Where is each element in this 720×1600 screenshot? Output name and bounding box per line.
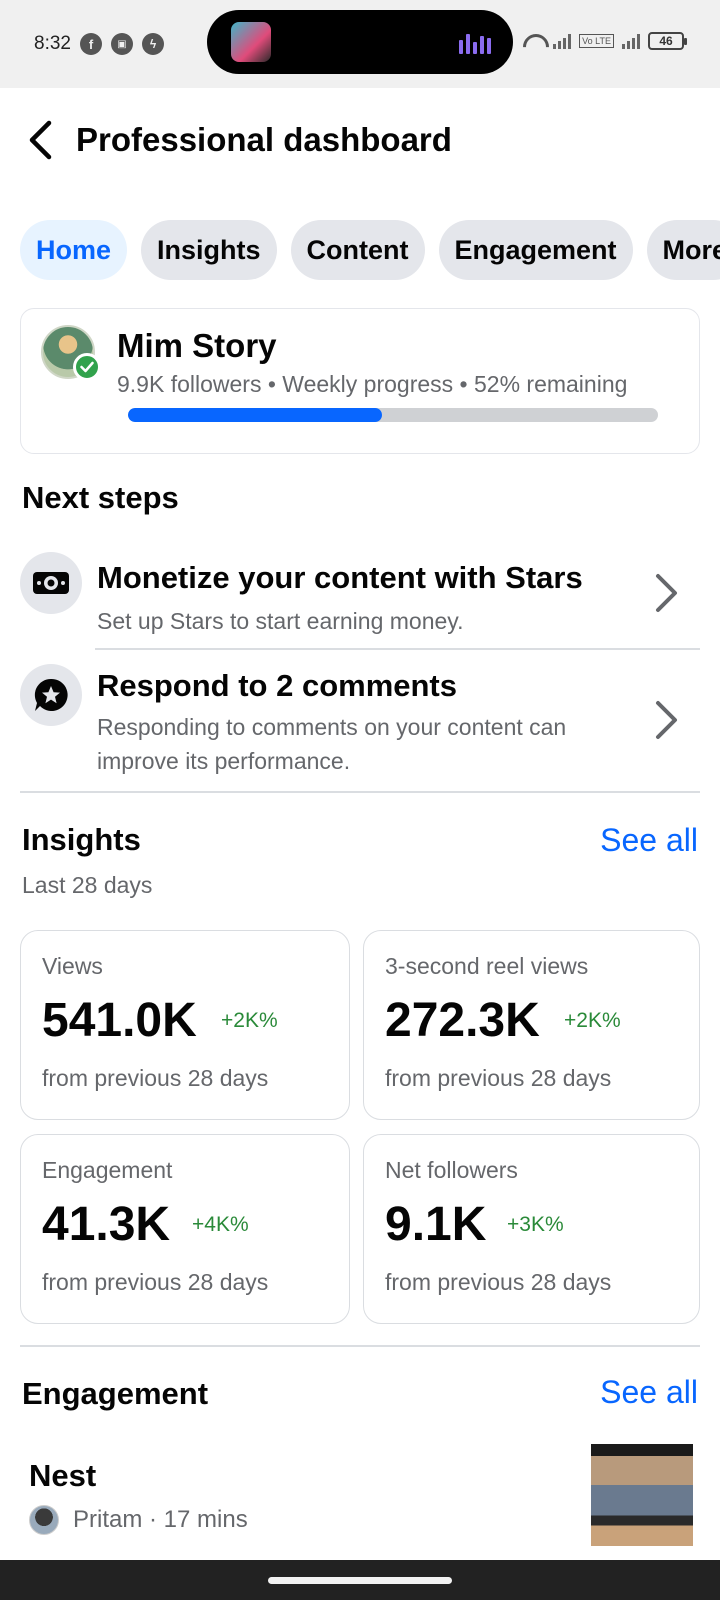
tab-insights[interactable]: Insights <box>141 220 277 280</box>
weekly-progress-fill <box>128 408 383 422</box>
tab-more[interactable]: More <box>646 220 720 280</box>
insights-period: Last 28 days <box>22 872 153 898</box>
signal-icon-2 <box>622 33 640 49</box>
step-description: Responding to comments on your content c… <box>97 714 567 774</box>
insights-title: Insights <box>22 822 141 857</box>
step-respond-comments[interactable]: Respond to 2 comments Responding to comm… <box>20 660 700 790</box>
insights-see-all-link[interactable]: See all <box>600 822 698 859</box>
insight-card-views[interactable]: Views 541.0K +2K% from previous 28 days <box>20 930 350 1120</box>
post-thumbnail[interactable] <box>591 1444 693 1546</box>
engagement-title: Engagement <box>22 1376 209 1411</box>
divider <box>20 1345 700 1347</box>
verified-check-icon <box>73 353 101 381</box>
divider <box>20 791 700 793</box>
system-status: Vo LTE 46 <box>521 32 687 50</box>
app-header: Professional dashboard <box>0 88 720 196</box>
messenger-icon: ϟ <box>142 33 164 55</box>
page-title: Professional dashboard <box>76 121 452 158</box>
card-footnote: from previous 28 days <box>42 1269 269 1295</box>
status-bar: 8:32 f ▣ ϟ Vo LTE 46 <box>0 0 720 88</box>
card-footnote: from previous 28 days <box>42 1065 269 1091</box>
tab-engagement[interactable]: Engagement <box>438 220 633 280</box>
card-label: Views <box>42 953 103 979</box>
chevron-left-icon <box>29 120 52 160</box>
insight-card-reel-views[interactable]: 3-second reel views 272.3K +2K% from pre… <box>363 930 700 1120</box>
card-footnote: from previous 28 days <box>385 1269 612 1295</box>
tab-content[interactable]: Content <box>290 220 425 280</box>
step-title: Respond to 2 comments <box>97 668 457 703</box>
card-value: 541.0K <box>42 994 197 1047</box>
profile-progress-card[interactable]: Mim Story 9.9K followers • Weekly progre… <box>20 308 700 454</box>
media-thumbnail[interactable] <box>231 22 271 62</box>
status-time: 8:32 <box>34 33 71 54</box>
avatar[interactable] <box>29 1505 59 1535</box>
profile-meta: 9.9K followers • Weekly progress • 52% r… <box>117 371 628 397</box>
notification-icons: f ▣ ϟ <box>80 33 164 55</box>
signal-icon <box>553 33 572 49</box>
audio-visualizer-icon <box>459 34 491 54</box>
post-title[interactable]: Nest <box>29 1458 96 1494</box>
card-label: Engagement <box>42 1157 173 1183</box>
card-delta: +3K% <box>507 1213 564 1236</box>
chevron-right-icon <box>656 701 677 739</box>
engagement-see-all-link[interactable]: See all <box>600 1374 698 1411</box>
card-delta: +2K% <box>564 1009 621 1032</box>
card-label: 3-second reel views <box>385 953 589 979</box>
chevron-right-icon <box>656 574 677 612</box>
card-value: 9.1K <box>385 1198 487 1251</box>
card-footnote: from previous 28 days <box>385 1065 612 1091</box>
insight-card-engagement[interactable]: Engagement 41.3K +4K% from previous 28 d… <box>20 1134 350 1324</box>
back-button[interactable] <box>20 118 60 162</box>
next-steps-title: Next steps <box>22 480 179 515</box>
facebook-icon: f <box>80 33 102 55</box>
screen-record-icon: ▣ <box>111 33 133 55</box>
system-nav-bar <box>0 1560 720 1600</box>
card-delta: +2K% <box>221 1009 278 1032</box>
dynamic-island[interactable] <box>207 10 513 74</box>
profile-name: Mim Story <box>117 327 277 364</box>
home-gesture-handle[interactable] <box>268 1577 452 1584</box>
step-monetize[interactable]: Monetize your content with Stars Set up … <box>20 548 700 648</box>
divider <box>95 648 700 650</box>
card-value: 41.3K <box>42 1198 171 1251</box>
dashboard-tabs: Home Insights Content Engagement More <box>20 220 720 280</box>
comment-star-icon <box>20 664 82 726</box>
card-value: 272.3K <box>385 994 540 1047</box>
step-title: Monetize your content with Stars <box>97 560 583 595</box>
tab-home[interactable]: Home <box>20 220 128 280</box>
battery-icon: 46 <box>648 32 687 50</box>
weekly-progress-bar <box>128 408 658 422</box>
card-label: Net followers <box>385 1157 518 1183</box>
wifi-icon <box>521 32 545 50</box>
stars-money-icon <box>20 552 82 614</box>
insight-card-net-followers[interactable]: Net followers 9.1K +3K% from previous 28… <box>363 1134 700 1324</box>
post-meta: Pritam · 17 mins <box>73 1506 248 1533</box>
card-delta: +4K% <box>192 1213 249 1236</box>
volte-icon: Vo LTE <box>579 34 614 48</box>
step-description: Set up Stars to start earning money. <box>97 608 464 634</box>
